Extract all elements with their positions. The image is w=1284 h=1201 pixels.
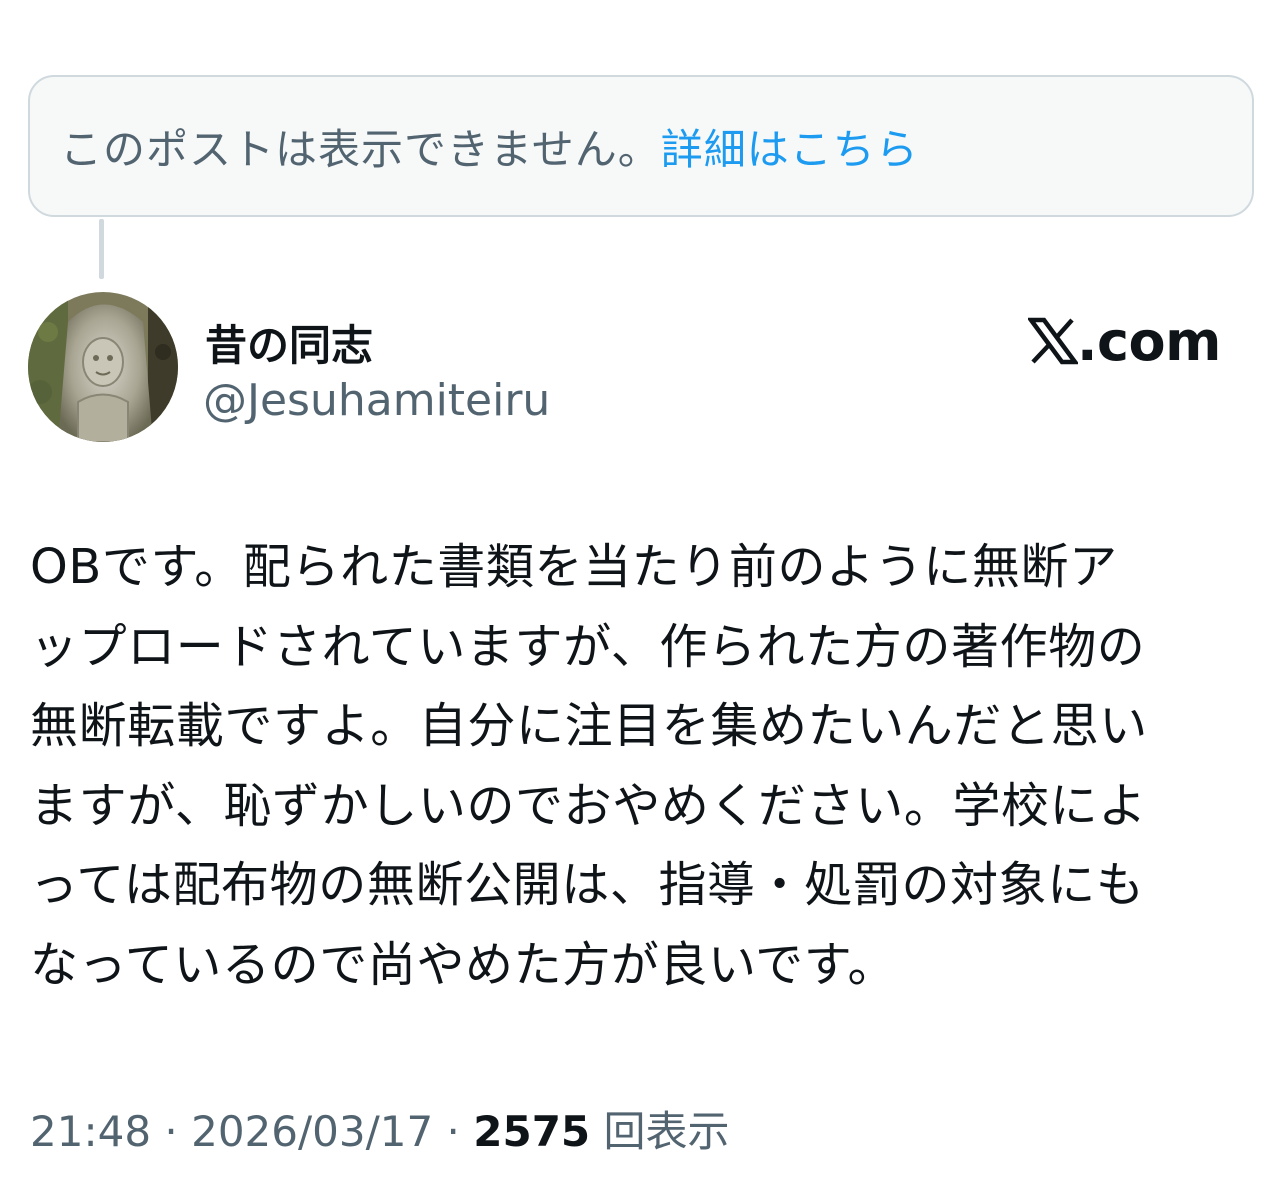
author-handle[interactable]: @Jesuhamiteiru xyxy=(203,375,550,426)
views-label: 回表示 xyxy=(603,1107,730,1156)
post-metadata: 21:48 · 2026/03/17 · 2575 回表示 xyxy=(30,1098,730,1159)
meta-separator: · xyxy=(433,1107,474,1156)
post-time[interactable]: 21:48 xyxy=(30,1107,151,1156)
post-text-line: 無断転載ですよ。自分に注目を集めたいんだと思い xyxy=(30,698,1148,754)
post-text-line: なっているので尚やめた方が良いです。 xyxy=(30,936,897,993)
author-display-name[interactable]: 昔の同志 xyxy=(205,312,373,373)
avatar[interactable] xyxy=(28,292,178,442)
post-text-line: ップロードされていますが、作られた方の著作物の xyxy=(30,618,1146,675)
avatar-image xyxy=(28,292,178,442)
unavailable-post-text: このポストは表示できません。 xyxy=(60,124,661,174)
post-text-line: OBです。配られた書類を当たり前のように無断ア xyxy=(30,539,1118,595)
x-com-brand: .com xyxy=(1028,309,1221,373)
unavailable-post-notice: このポストは表示できません。 詳細はこちら xyxy=(28,75,1254,217)
thread-connector-line xyxy=(99,219,104,279)
post-text-line: っては配布物の無断公開は、指導・処罰の対象にも xyxy=(30,857,1145,913)
x-logo-icon xyxy=(1028,317,1078,365)
meta-separator: · xyxy=(151,1107,192,1156)
post-text: OBです。配られた書類を当たり前のように無断ア ップロードされていますが、作られ… xyxy=(30,528,1260,1005)
learn-more-link[interactable]: 詳細はこちら xyxy=(661,116,919,177)
views-count: 2575 xyxy=(473,1107,591,1156)
post-date[interactable]: 2026/03/17 xyxy=(191,1107,433,1156)
brand-domain-label: .com xyxy=(1077,309,1221,373)
post-text-line: ますが、恥ずかしいのでおやめください。学校によ xyxy=(30,777,1147,834)
